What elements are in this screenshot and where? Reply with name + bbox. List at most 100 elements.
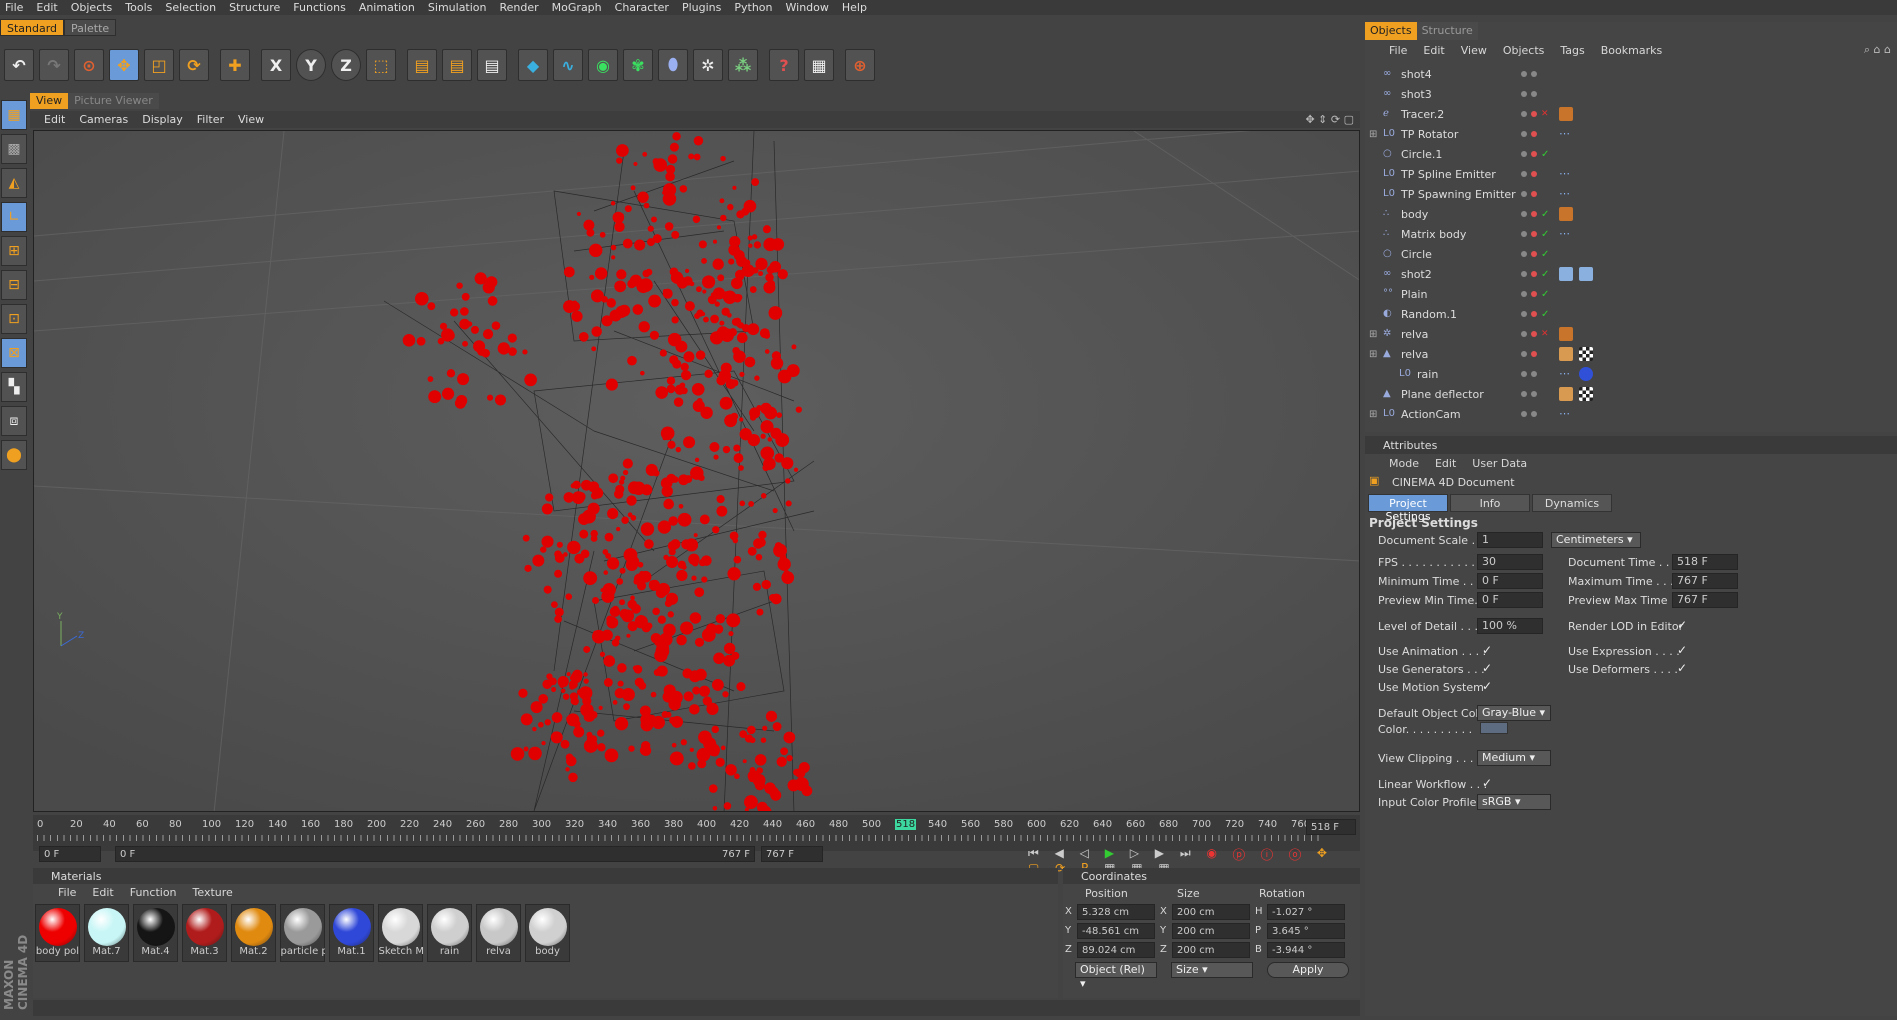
- texture-mode-icon[interactable]: ◭: [1, 168, 27, 198]
- menu-character[interactable]: Character: [610, 1, 677, 14]
- enabled-icon[interactable]: ✓: [1541, 249, 1549, 260]
- object-tag-icon[interactable]: [1579, 367, 1593, 381]
- object-tag-icon[interactable]: [1579, 347, 1593, 361]
- object-row[interactable]: ∴ Matrix body ✓ ⋯: [1365, 224, 1897, 244]
- render-settings-icon[interactable]: ▤: [477, 49, 507, 81]
- object-name[interactable]: Circle.1: [1401, 148, 1442, 161]
- enabled-icon[interactable]: ✓: [1541, 289, 1549, 300]
- visibility-dots[interactable]: [1521, 351, 1537, 357]
- tab-palette[interactable]: Palette: [64, 19, 117, 36]
- object-name[interactable]: Matrix body: [1401, 228, 1466, 241]
- scene-icon[interactable]: ✲: [693, 49, 723, 81]
- disabled-icon[interactable]: ✕: [1541, 329, 1549, 339]
- visibility-dots[interactable]: ✓: [1521, 149, 1549, 160]
- attributes-menu-edit[interactable]: Edit: [1435, 457, 1456, 470]
- scale-tool-icon[interactable]: ◰: [144, 49, 174, 81]
- use-expression-checkbox[interactable]: ✓: [1677, 643, 1687, 657]
- objects-menu-file[interactable]: File: [1389, 44, 1407, 57]
- object-tag-icon[interactable]: [1559, 207, 1573, 221]
- coord-size-dropdown[interactable]: Size ▾: [1171, 962, 1253, 978]
- object-name[interactable]: body: [1401, 208, 1428, 221]
- object-row[interactable]: ∞ shot4: [1365, 64, 1897, 84]
- document-scale-field[interactable]: 1: [1477, 532, 1543, 548]
- coord-size-field[interactable]: 200 cm: [1172, 941, 1250, 958]
- visibility-dots[interactable]: ✓: [1521, 289, 1549, 300]
- expand-icon[interactable]: ⊞: [1369, 349, 1377, 360]
- viewport-menu-view[interactable]: View: [238, 113, 264, 126]
- object-name[interactable]: Plain: [1401, 288, 1427, 301]
- object-tag-icon[interactable]: [1559, 387, 1573, 401]
- visibility-dots[interactable]: ✓: [1521, 249, 1549, 260]
- material-swatch[interactable]: Mat.1: [329, 904, 374, 962]
- visibility-dots[interactable]: [1521, 411, 1537, 417]
- object-tag-icon[interactable]: ⋯: [1559, 187, 1573, 201]
- coord-rot-field[interactable]: -3.944 °: [1267, 941, 1345, 958]
- object-row[interactable]: ⊞ ▲ relva: [1365, 344, 1897, 364]
- coordinate-system-icon[interactable]: ⬚: [366, 49, 396, 81]
- object-row[interactable]: L0 rain ⋯: [1365, 364, 1897, 384]
- move-tool-icon[interactable]: ✥: [109, 49, 139, 81]
- render-view-icon[interactable]: ▤: [407, 49, 437, 81]
- preview-max-field[interactable]: 767 F: [1672, 592, 1738, 608]
- snap-icon[interactable]: ⧈: [1, 406, 27, 436]
- material-swatch[interactable]: particle p: [280, 904, 325, 962]
- enabled-icon[interactable]: ✓: [1541, 229, 1549, 240]
- units-dropdown[interactable]: Centimeters ▾: [1551, 532, 1641, 548]
- tab-view[interactable]: View: [30, 93, 69, 109]
- object-row[interactable]: ℯ Tracer.2 ✕: [1365, 104, 1897, 124]
- object-row[interactable]: L0 TP Spawning Emitter ⋯: [1365, 184, 1897, 204]
- deformer-icon[interactable]: ⬮: [658, 49, 688, 81]
- material-swatch[interactable]: Sketch M: [378, 904, 423, 962]
- visibility-dots[interactable]: [1521, 171, 1537, 177]
- menu-window[interactable]: Window: [781, 1, 837, 14]
- viewport-menu-edit[interactable]: Edit: [44, 113, 65, 126]
- visibility-dots[interactable]: ✓: [1521, 229, 1549, 240]
- enable-axis-icon[interactable]: ⊠: [1, 338, 27, 368]
- render-picture-viewer-icon[interactable]: ▤: [442, 49, 472, 81]
- material-swatch[interactable]: relva: [476, 904, 521, 962]
- object-name[interactable]: TP Spline Emitter: [1401, 168, 1496, 181]
- end-frame-field[interactable]: 767 F: [761, 846, 823, 862]
- object-name[interactable]: rain: [1417, 368, 1438, 381]
- use-animation-checkbox[interactable]: ✓: [1482, 643, 1492, 657]
- materials-menu-file[interactable]: File: [58, 886, 76, 899]
- coord-size-field[interactable]: 200 cm: [1172, 922, 1250, 939]
- objects-menu-objects[interactable]: Objects: [1503, 44, 1545, 57]
- enabled-icon[interactable]: ✓: [1541, 309, 1549, 320]
- rotate-tool-icon[interactable]: ⟳: [179, 49, 209, 81]
- menu-help[interactable]: Help: [837, 1, 875, 14]
- object-row[interactable]: L0 TP Spline Emitter ⋯: [1365, 164, 1897, 184]
- linear-workflow-checkbox[interactable]: ✓: [1482, 776, 1492, 790]
- object-tag-icon[interactable]: [1559, 107, 1573, 121]
- color-swatch[interactable]: [1480, 722, 1508, 734]
- polygons-mode-icon[interactable]: ⊡: [1, 304, 27, 334]
- visibility-dots[interactable]: ✓: [1521, 209, 1549, 220]
- objects-menu-edit[interactable]: Edit: [1423, 44, 1444, 57]
- document-time-field[interactable]: 518 F: [1672, 554, 1738, 570]
- points-mode-icon[interactable]: ⊞: [1, 236, 27, 266]
- object-tag-icon[interactable]: ⋯: [1559, 367, 1573, 381]
- array-icon[interactable]: ✾: [623, 49, 653, 81]
- y-axis-button[interactable]: Y: [296, 49, 326, 81]
- enabled-icon[interactable]: ✓: [1541, 149, 1549, 160]
- menu-structure[interactable]: Structure: [224, 1, 288, 14]
- viewport-menu-display[interactable]: Display: [142, 113, 183, 126]
- object-row[interactable]: ⊞ L0 ActionCam ⋯: [1365, 404, 1897, 424]
- object-mode-icon[interactable]: ▩: [1, 134, 27, 164]
- object-row[interactable]: ○ Circle ✓: [1365, 244, 1897, 264]
- lod-field[interactable]: 100 %: [1477, 618, 1543, 634]
- use-deformers-checkbox[interactable]: ✓: [1677, 661, 1687, 675]
- redo-icon[interactable]: ↷: [39, 49, 69, 81]
- model-mode-icon[interactable]: ▦: [1, 100, 27, 130]
- input-profile-dropdown[interactable]: sRGB ▾: [1477, 794, 1551, 810]
- object-name[interactable]: shot4: [1401, 68, 1432, 81]
- object-name[interactable]: Circle: [1401, 248, 1432, 261]
- help-icon[interactable]: ?: [769, 49, 799, 81]
- menu-python[interactable]: Python: [729, 1, 780, 14]
- spline-icon[interactable]: ∿: [553, 49, 583, 81]
- apply-button[interactable]: Apply: [1267, 962, 1349, 978]
- menu-selection[interactable]: Selection: [160, 1, 224, 14]
- axis-mode-icon[interactable]: ∟: [1, 202, 27, 232]
- material-swatch[interactable]: rain: [427, 904, 472, 962]
- enabled-icon[interactable]: ✓: [1541, 269, 1549, 280]
